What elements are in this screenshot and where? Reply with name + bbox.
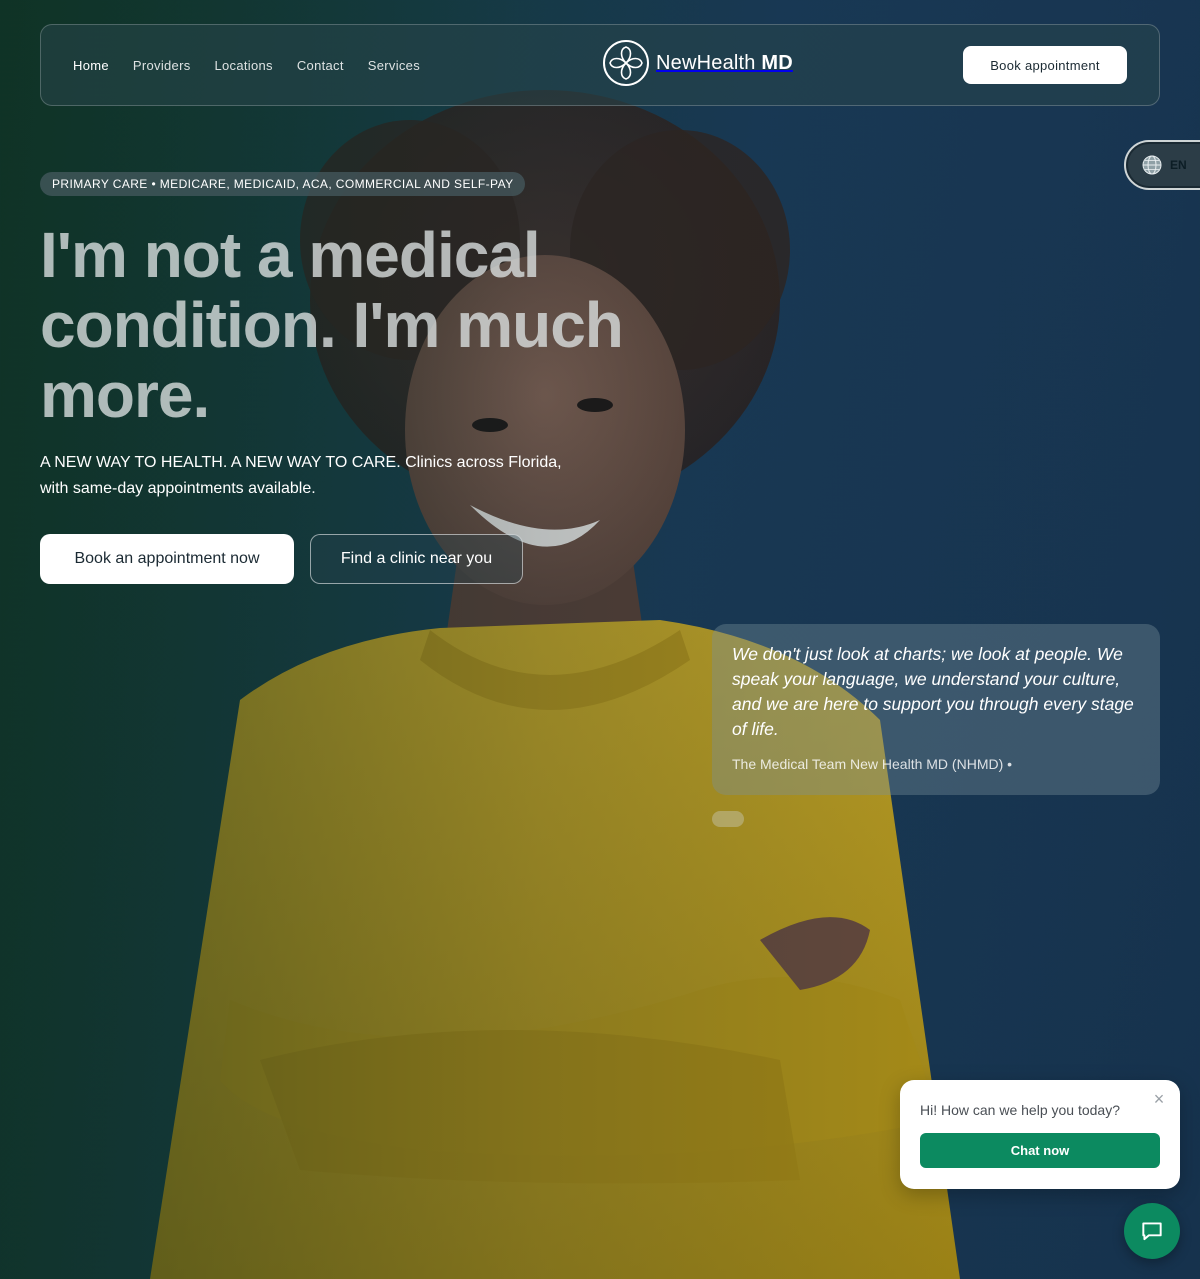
top-navigation: Home Providers Locations Contact Service… [40,24,1160,106]
chat-greeting: Hi! How can we help you today? [920,1102,1120,1118]
nav-link-services[interactable]: Services [368,58,420,73]
nav-link-contact[interactable]: Contact [297,58,344,73]
brand-logo-link[interactable]: NewHealth MD [602,39,793,87]
brand-name-light: NewHealth [656,51,756,74]
nav-link-locations[interactable]: Locations [215,58,273,73]
language-code: EN [1170,158,1187,172]
chat-now-button[interactable]: Chat now [920,1133,1160,1168]
testimonial-card: We don't just look at charts; we look at… [712,624,1160,795]
language-switcher[interactable]: EN [1124,140,1200,190]
nav-link-home[interactable]: Home [73,58,109,73]
close-icon[interactable]: × [1150,1090,1168,1108]
chat-launcher-button[interactable] [1124,1203,1180,1259]
flower-logo-icon [603,40,649,86]
nav-links: Home Providers Locations Contact Service… [73,58,420,73]
book-appointment-now-button[interactable]: Book an appointment now [40,534,294,584]
chat-popup: Hi! How can we help you today? × Chat no… [900,1080,1180,1189]
nav-link-providers[interactable]: Providers [133,58,191,73]
testimonial-author: The Medical Team New Health MD (NHMD) • [732,756,1013,772]
carousel-indicator[interactable] [712,811,744,827]
find-clinic-button[interactable]: Find a clinic near you [310,534,523,584]
hero-headline: I'm not a medical condition. I'm much mo… [40,219,624,431]
globe-icon [1142,155,1162,175]
brand-name-bold: MD [761,51,793,74]
chat-bubble-icon [1142,1222,1162,1241]
hero-subtext: A NEW WAY TO HEALTH. A NEW WAY TO CARE. … [40,454,562,497]
coverage-pill: PRIMARY CARE • MEDICARE, MEDICAID, ACA, … [40,172,526,196]
testimonial-text: We don't just look at charts; we look at… [732,644,1134,739]
book-appointment-button[interactable]: Book appointment [963,46,1127,84]
brand-name: NewHealth MD [656,52,793,75]
